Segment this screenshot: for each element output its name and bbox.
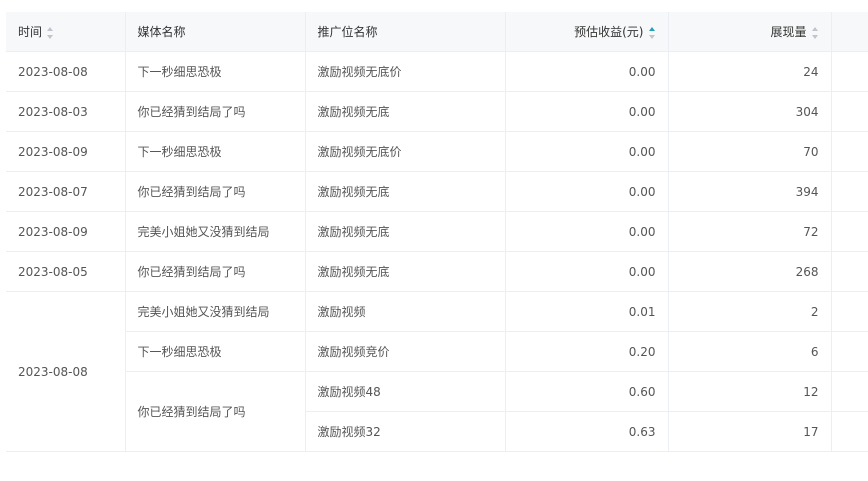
cell-date: 2023-08-09 [6,131,126,172]
sort-icon[interactable] [811,26,819,39]
cell-media-merged: 你已经猜到结局了吗 [125,371,306,452]
cell-revenue: 0.60 [505,371,669,412]
cell-slot: 激励视频48 [305,371,506,412]
cell-extra [831,291,868,332]
sort-ascending-icon[interactable] [811,26,818,31]
cell-slot: 激励视频无底 [305,171,506,212]
cell-media: 完美小姐她又没猜到结局 [125,211,306,252]
cell-impressions: 2 [668,291,832,332]
cell-extra [831,51,868,92]
cell-revenue: 0.01 [505,291,669,332]
cell-extra [831,411,868,452]
sort-descending-icon[interactable] [648,34,655,39]
cell-extra [831,331,868,372]
column-header-slot: 推广位名称 [305,12,506,52]
column-header-slot-label: 推广位名称 [317,25,378,39]
cell-impressions: 17 [668,411,832,452]
cell-slot: 激励视频无底 [305,251,506,292]
cell-slot: 激励视频 [305,291,506,332]
table-row: 2023-08-03 你已经猜到结局了吗 激励视频无底 0.00 304 [6,91,868,132]
cell-slot: 激励视频无底价 [305,51,506,92]
sort-ascending-icon[interactable] [648,26,655,31]
cell-media: 下一秒细思恐极 [125,131,306,172]
sort-descending-icon[interactable] [811,34,818,39]
cell-extra [831,131,868,172]
cell-media: 完美小姐她又没猜到结局 [125,291,306,332]
table-row: 2023-08-09 下一秒细思恐极 激励视频无底价 0.00 70 [6,131,868,172]
sort-descending-icon[interactable] [47,34,54,39]
cell-extra [831,211,868,252]
cell-impressions: 268 [668,251,832,292]
cell-media: 你已经猜到结局了吗 [125,171,306,212]
cell-slot: 激励视频无底 [305,211,506,252]
column-header-revenue-label: 预估收益(元) [574,25,644,39]
sort-icon[interactable] [648,26,656,39]
cell-media: 你已经猜到结局了吗 [125,251,306,292]
cell-extra [831,371,868,412]
cell-impressions: 12 [668,371,832,412]
cell-date: 2023-08-07 [6,171,126,212]
cell-date: 2023-08-08 [6,51,126,92]
cell-revenue: 0.00 [505,251,669,292]
cell-media: 你已经猜到结局了吗 [125,91,306,132]
cell-slot: 激励视频竞价 [305,331,506,372]
column-header-impressions[interactable]: 展现量 [668,12,832,52]
cell-media: 下一秒细思恐极 [125,331,306,372]
column-header-impressions-label: 展现量 [770,25,807,39]
column-header-media-label: 媒体名称 [137,25,186,39]
report-table-container: 时间 媒体名称 推广位名称 预估收益(元) 展现量 2023-08-08 下一秒… [6,12,868,452]
column-header-date[interactable]: 时间 [6,12,126,52]
cell-date: 2023-08-03 [6,91,126,132]
table-row: 2023-08-09 完美小姐她又没猜到结局 激励视频无底 0.00 72 [6,211,868,252]
table-row: 2023-08-08 下一秒细思恐极 激励视频无底价 0.00 24 [6,51,868,92]
cell-extra [831,91,868,132]
cell-slot: 激励视频无底 [305,91,506,132]
table-row: 2023-08-07 你已经猜到结局了吗 激励视频无底 0.00 394 [6,171,868,212]
table-row: 你已经猜到结局了吗 激励视频48 0.60 12 [6,371,868,452]
table-header-row: 时间 媒体名称 推广位名称 预估收益(元) 展现量 [6,12,868,52]
report-table: 时间 媒体名称 推广位名称 预估收益(元) 展现量 2023-08-08 下一秒… [6,12,868,452]
sort-ascending-icon[interactable] [47,26,54,31]
column-header-date-label: 时间 [18,25,43,39]
cell-media: 下一秒细思恐极 [125,51,306,92]
cell-revenue: 0.00 [505,131,669,172]
cell-date-merged: 2023-08-08 [6,291,126,452]
column-header-media: 媒体名称 [125,12,306,52]
cell-revenue: 0.00 [505,91,669,132]
column-header-revenue[interactable]: 预估收益(元) [505,12,669,52]
cell-revenue: 0.20 [505,331,669,372]
table-row: 2023-08-08 完美小姐她又没猜到结局 激励视频 0.01 2 [6,291,868,452]
table-row: 下一秒细思恐极 激励视频竞价 0.20 6 [6,331,868,372]
cell-revenue: 0.00 [505,211,669,252]
cell-date: 2023-08-05 [6,251,126,292]
cell-slot: 激励视频无底价 [305,131,506,172]
cell-impressions: 70 [668,131,832,172]
column-header-extra [831,12,868,52]
table-row: 2023-08-05 你已经猜到结局了吗 激励视频无底 0.00 268 [6,251,868,292]
cell-impressions: 72 [668,211,832,252]
cell-revenue: 0.00 [505,51,669,92]
sort-icon[interactable] [47,26,54,39]
cell-impressions: 304 [668,91,832,132]
cell-impressions: 24 [668,51,832,92]
cell-impressions: 394 [668,171,832,212]
cell-date: 2023-08-09 [6,211,126,252]
cell-impressions: 6 [668,331,832,372]
cell-extra [831,171,868,212]
cell-slot: 激励视频32 [305,411,506,452]
cell-extra [831,251,868,292]
cell-revenue: 0.63 [505,411,669,452]
cell-revenue: 0.00 [505,171,669,212]
